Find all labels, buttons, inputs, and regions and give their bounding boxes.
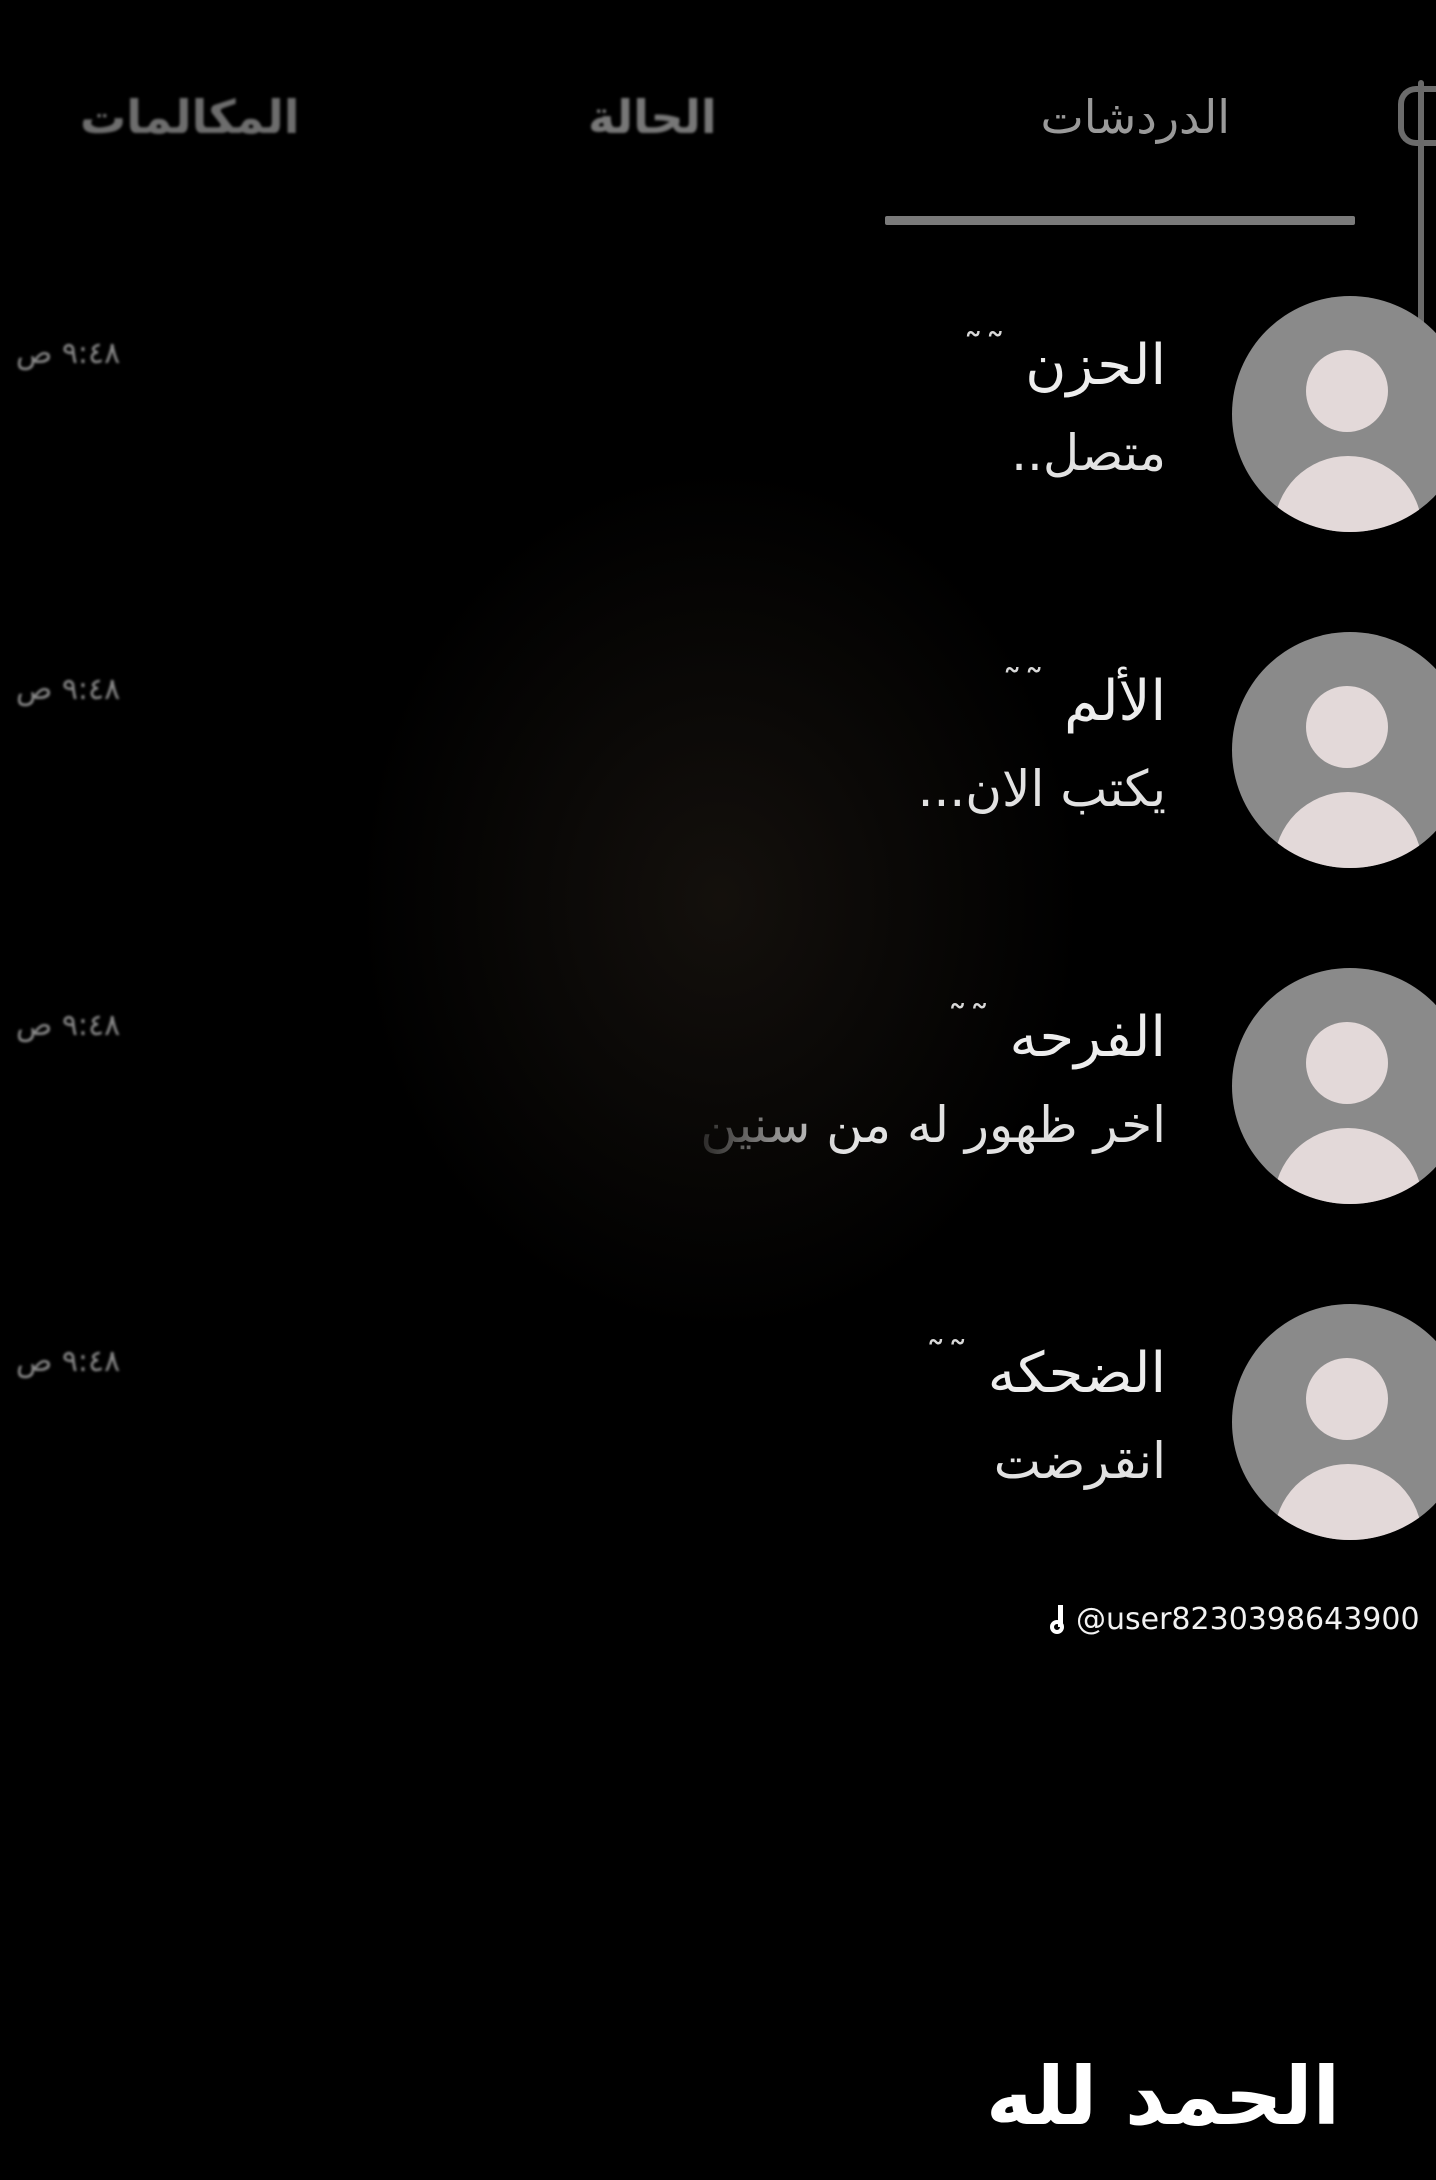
chat-subtitle: اخر ظهور له من سنين — [700, 1096, 1166, 1154]
default-avatar-icon[interactable] — [1232, 632, 1436, 868]
tab-calls[interactable]: المكالمات — [80, 90, 300, 144]
tiktok-watermark: @user8230398643900 — [1050, 1602, 1420, 1637]
chat-name: الفرحه ˜˜ — [948, 998, 1167, 1070]
chat-name-mark: ˜˜ — [925, 1334, 970, 1380]
default-avatar-icon[interactable] — [1232, 296, 1436, 532]
chat-name-mark: ˜˜ — [1002, 662, 1047, 708]
chat-time: ٩:٤٨ ص — [16, 1344, 121, 1379]
chat-name: الضحكه ˜˜ — [926, 1334, 1166, 1406]
chat-name-text: الضحكه — [987, 1341, 1166, 1406]
chat-name: الألم ˜˜ — [1002, 662, 1166, 734]
avatar-head — [1306, 1022, 1388, 1104]
screen: المكالمات الحالة الدردشات الحزن ˜˜ متصل..… — [0, 0, 1436, 2180]
avatar-head — [1306, 1358, 1388, 1440]
tab-bar: المكالمات الحالة الدردشات — [0, 80, 1436, 240]
tiktok-icon — [1050, 1604, 1072, 1635]
chat-time: ٩:٤٨ ص — [16, 1008, 121, 1043]
active-tab-indicator — [885, 216, 1355, 225]
chat-subtitle: يكتب الان... — [917, 760, 1166, 818]
avatar-body — [1274, 792, 1422, 868]
avatar-body — [1274, 1128, 1422, 1204]
watermark-handle: @user8230398643900 — [1076, 1602, 1420, 1637]
chat-subtitle: انقرضت — [993, 1432, 1166, 1490]
chat-row[interactable]: الألم ˜˜ يكتب الان... ٩:٤٨ ص — [0, 632, 1436, 882]
video-caption: الحمد لله — [985, 2050, 1340, 2143]
tab-chats[interactable]: الدردشات — [1040, 90, 1230, 144]
chat-subtitle: متصل.. — [1011, 424, 1166, 482]
avatar-body — [1274, 1464, 1422, 1540]
chat-time: ٩:٤٨ ص — [16, 672, 121, 707]
tab-status[interactable]: الحالة — [588, 90, 717, 144]
camera-icon[interactable] — [1398, 86, 1436, 146]
avatar-body — [1274, 456, 1422, 532]
chat-name-text: الفرحه — [1009, 1005, 1167, 1070]
default-avatar-icon[interactable] — [1232, 1304, 1436, 1540]
chat-row[interactable]: الضحكه ˜˜ انقرضت ٩:٤٨ ص — [0, 1304, 1436, 1554]
chat-name-mark: ˜˜ — [963, 326, 1008, 372]
chat-name-mark: ˜˜ — [947, 998, 992, 1044]
chat-row[interactable]: الحزن ˜˜ متصل.. ٩:٤٨ ص — [0, 296, 1436, 546]
default-avatar-icon[interactable] — [1232, 968, 1436, 1204]
chat-name-text: الألم — [1064, 669, 1166, 734]
chat-time: ٩:٤٨ ص — [16, 336, 121, 371]
avatar-head — [1306, 686, 1388, 768]
avatar-head — [1306, 350, 1388, 432]
chat-name-text: الحزن — [1025, 333, 1166, 398]
chat-row[interactable]: الفرحه ˜˜ اخر ظهور له من سنين ٩:٤٨ ص — [0, 968, 1436, 1218]
chat-name: الحزن ˜˜ — [963, 326, 1166, 398]
